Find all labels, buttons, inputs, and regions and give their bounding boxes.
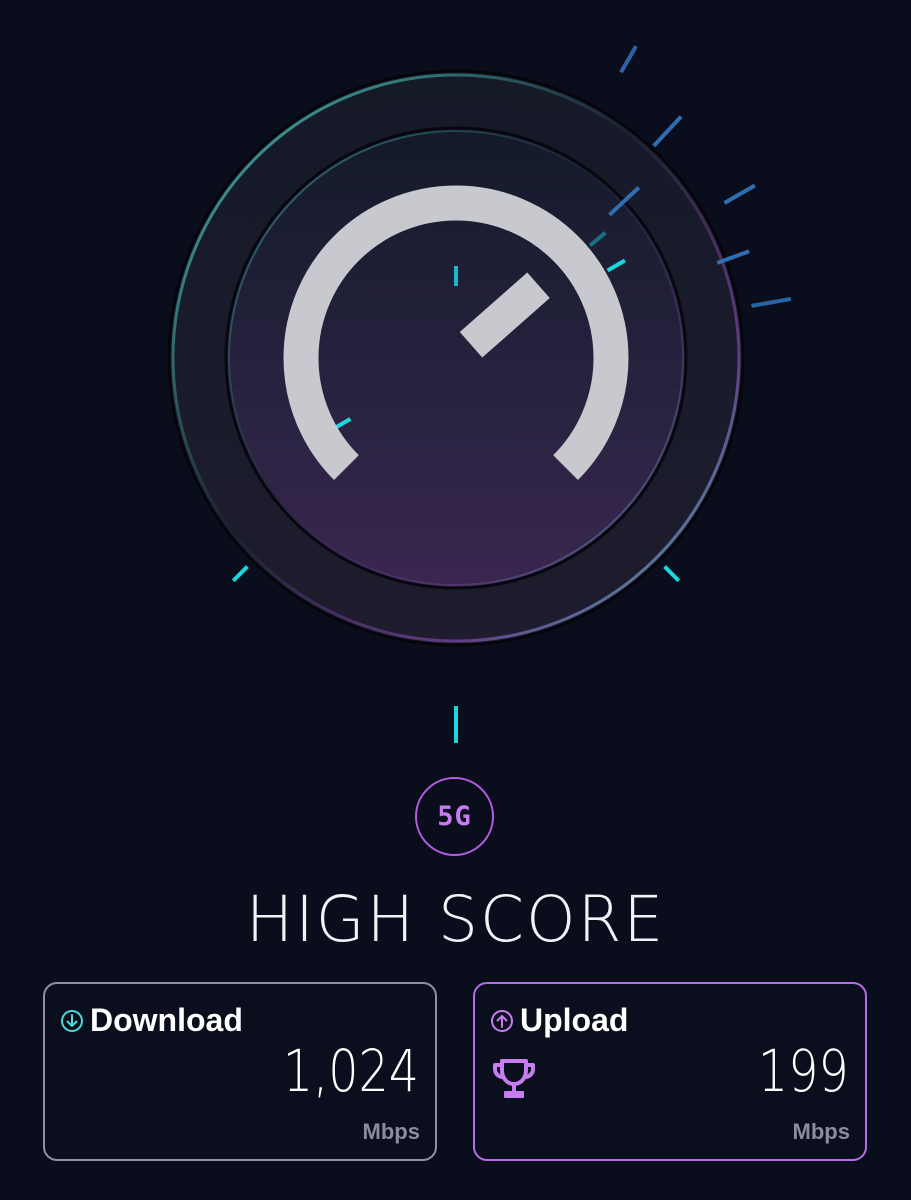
gauge-tick [231,565,249,583]
download-value: 1,024 [282,1037,419,1105]
gauge-tick [723,183,756,205]
upload-value: 199 [758,1037,849,1105]
speedtest-result-screen: 5G HIGH SCORE Download 1,024 Mbps Upload [0,0,911,1200]
result-headline: HIGH SCORE [245,883,666,956]
upload-unit: Mbps [792,1119,850,1144]
gauge-tick [652,115,683,148]
download-unit: Mbps [362,1119,420,1144]
download-label: Download [90,1002,243,1038]
gauge-tick [619,45,638,74]
upload-label: Upload [520,1002,629,1038]
arrow-up-circle-icon [490,1009,514,1033]
download-card: Download 1,024 Mbps [43,982,437,1161]
network-type-badge: 5G [415,777,494,856]
trophy-icon [491,1056,537,1106]
speed-gauge [167,45,792,743]
gauge-tick [751,296,792,308]
arrow-down-circle-icon [60,1009,84,1033]
gauge-tick [663,565,681,583]
upload-card: Upload 199 Mbps [473,982,867,1161]
